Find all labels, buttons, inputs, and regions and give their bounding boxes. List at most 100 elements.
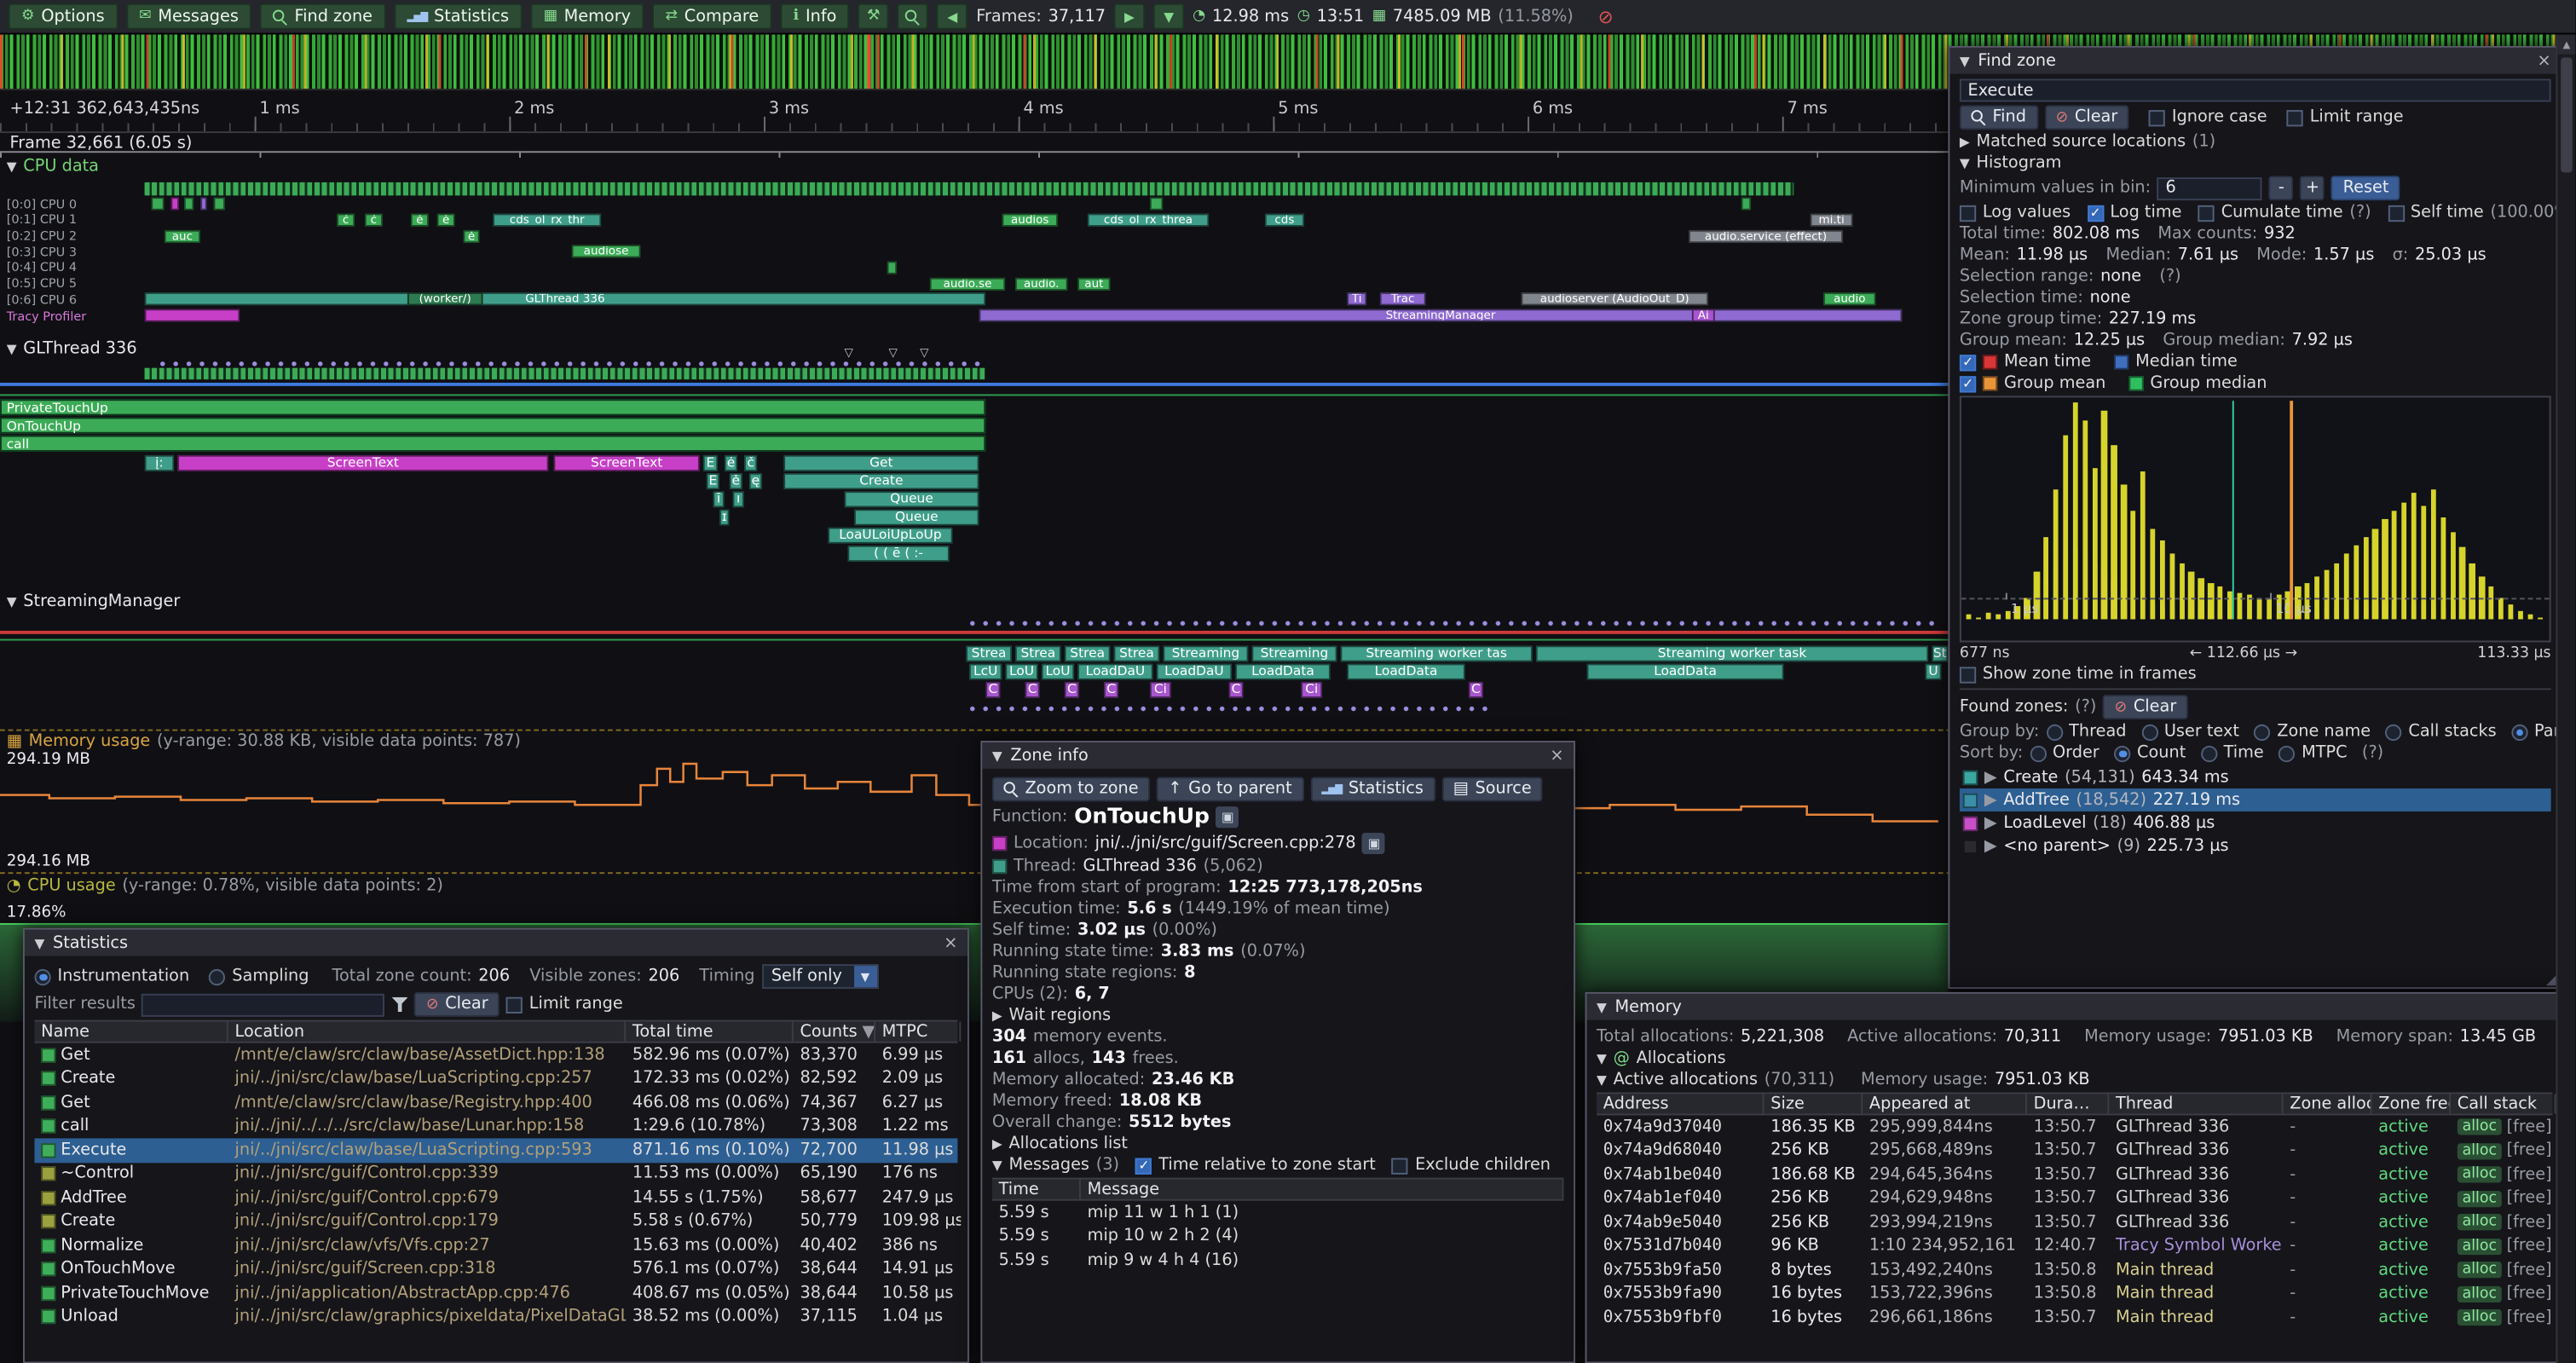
sampling-radio[interactable] [209,968,225,985]
zone-chip[interactable]: St [1932,645,1948,661]
zone-chip[interactable]: Streaming [1163,645,1248,661]
sort-by-count[interactable] [2114,745,2130,761]
find-zone-titlebar[interactable]: ▼ Find zone × [1949,48,2561,74]
zone-chip[interactable]: LoadDaU [1077,664,1153,680]
stats-row[interactable]: ~Controljni/../jni/src/guif/Control.cpp:… [34,1162,957,1186]
found-zone-group[interactable]: ▶AddTree(18,542)227.19 ms [1960,788,2551,811]
stats-row[interactable]: Createjni/../jni/src/guif/Control.cpp:17… [34,1210,957,1233]
expand-arrow-icon[interactable]: ▶ [1960,135,1970,149]
decrease-button[interactable]: - [2269,176,2294,200]
min-bin-input[interactable]: 6 [2157,176,2262,199]
stats-row[interactable]: Createjni/../jni/src/claw/base/LuaScript… [34,1067,957,1091]
histogram-header[interactable]: Histogram [1976,154,2061,172]
memory-titlebar[interactable]: ▼ Memory [1586,994,2562,1020]
zone-chip[interactable]: ě [463,229,479,242]
memory-column-address[interactable]: Address [1597,1094,1765,1113]
zone-chip[interactable] [184,198,194,211]
alloc-callstack-button[interactable]: alloc [2458,1285,2502,1302]
zone-chip[interactable]: Ě [707,473,719,489]
disconnect-icon[interactable]: ⊘ [1598,6,1614,27]
sort-by-order[interactable] [2030,745,2046,761]
stats-row[interactable]: AddTreejni/../jni/src/guif/Control.cpp:6… [34,1186,957,1210]
collapse-arrow-icon[interactable]: ▼ [992,1158,1002,1173]
stats-column-name[interactable]: Name [34,1022,228,1042]
copy-icon[interactable]: ▣ [1362,833,1385,854]
zone-chip[interactable]: Streaming worker task [1536,645,1929,661]
group-by-user-text[interactable] [2141,724,2157,740]
zone-chip[interactable]: LcU [969,664,1002,680]
zone-chip[interactable]: U [1925,664,1941,680]
zone-chip[interactable]: Queue [854,509,979,525]
zone-info-button-source[interactable]: ▤Source [1441,777,1543,801]
instrumentation-radio[interactable] [34,968,50,985]
zone-marker-icon[interactable]: ▽ [920,347,928,360]
limit-range-checkbox[interactable] [2287,109,2303,125]
memory-usage-header[interactable]: ▦ Memory usage (y-range: 30.88 KB, visib… [7,732,521,750]
collapse-arrow-icon[interactable]: ▼ [1597,1072,1607,1087]
zone-chip[interactable]: LoadDaU [1157,664,1233,680]
show-zone-time-checkbox[interactable] [1960,666,1976,682]
zone-chip[interactable]: Strea [1015,645,1061,661]
zone-chip[interactable]: ė [725,455,737,471]
zone-chip[interactable]: ī [713,491,724,507]
zone-chip[interactable]: aut [1077,277,1111,290]
alloc-callstack-button[interactable]: alloc [2458,1215,2502,1231]
zone-chip[interactable]: ( ( ē ( :- [847,546,949,562]
found-zone-group[interactable]: ▶<no parent>(9)225.73 µs [1960,835,2551,858]
increase-button[interactable]: + [2300,176,2325,200]
collapse-arrow-icon[interactable]: ▼ [1597,1000,1607,1014]
toolbar-button-statistics[interactable]: ▂▅▇Statistics [394,3,522,30]
find-button[interactable]: Find [1960,105,2038,130]
zone-chip[interactable]: ě [730,473,742,489]
messages-header[interactable]: Messages [1008,1157,1089,1175]
alloc-callstack-button[interactable]: alloc [2458,1262,2502,1278]
stats-row[interactable]: Unloadjni/../jni/src/claw/graphics/pixel… [34,1305,957,1329]
zone-chip[interactable]: Streaming worker tas [1340,645,1532,661]
group-by-zone-name[interactable] [2254,724,2270,740]
memory-column-size[interactable]: Size [1765,1094,1863,1113]
zone-chip[interactable]: Strea [966,645,1012,661]
scrollbar-thumb[interactable] [2561,57,2572,172]
zone-chip[interactable]: StreamingManager [979,309,1902,321]
toolbar-button-messages[interactable]: ✉Messages [126,3,252,30]
stats-column-location[interactable]: Location [228,1022,626,1042]
zone-chip[interactable]: Ci [1301,682,1322,698]
collapse-arrow-icon[interactable]: ▼ [1960,156,1970,170]
memory-column-call-stack[interactable]: Call stack [2451,1094,2556,1113]
expand-arrow-icon[interactable]: ▶ [992,1008,1002,1023]
zone-chip[interactable]: Ai [1692,309,1715,321]
zone-chip[interactable] [145,182,1794,194]
zone-chip[interactable]: C [1065,682,1079,698]
zone-chip[interactable]: GLThread 336 [145,293,986,306]
zone-info-button-zoom-to-zone[interactable]: Zoom to zone [992,777,1150,801]
checkbox-log-values[interactable] [1960,205,1976,221]
zone-chip[interactable]: LoaULoiUpLoUp [828,528,952,544]
found-zone-group[interactable]: ▶Create(54,131)643.34 ms [1960,765,2551,788]
messages-column-time[interactable]: Time [992,1180,1081,1199]
reset-button[interactable]: Reset [2331,176,2400,200]
stats-column-total-time[interactable]: Total time [626,1022,794,1042]
zone-chip[interactable]: C [1104,682,1118,698]
zone-chip[interactable]: audio.service (effect) [1689,229,1843,242]
zone-chip[interactable]: (worker/) [407,293,483,306]
filter-input[interactable] [142,993,385,1016]
zone-chip[interactable]: Trac [1380,293,1426,306]
zone-chip[interactable]: LoU [1042,664,1075,680]
memory-column-dura-[interactable]: Dura… [2027,1094,2109,1113]
thread-zone-bar[interactable]: call [0,436,985,452]
message-dots[interactable] [966,619,1938,627]
zone-info-button-go-to-parent[interactable]: ↑Go to parent [1157,777,1303,801]
zone-chip[interactable]: ě [437,213,455,226]
limit-range-checkbox[interactable] [506,996,523,1013]
group-by-call-stacks[interactable] [2385,724,2401,740]
memory-usage-graph[interactable] [0,755,1948,870]
ignore-case-checkbox[interactable] [2149,109,2165,125]
message-dots[interactable] [156,360,985,368]
stats-row[interactable]: PrivateTouchMovejni/../jni/application/A… [34,1281,957,1305]
zone-chip[interactable]: č [744,455,757,471]
zone-chip[interactable]: C [1025,682,1039,698]
zone-chip[interactable]: Ė [703,455,718,471]
alloc-callstack-button[interactable]: alloc [2458,1238,2502,1254]
next-frame-button[interactable]: ▶ [1114,3,1146,30]
alloc-callstack-button[interactable]: alloc [2458,1143,2502,1159]
